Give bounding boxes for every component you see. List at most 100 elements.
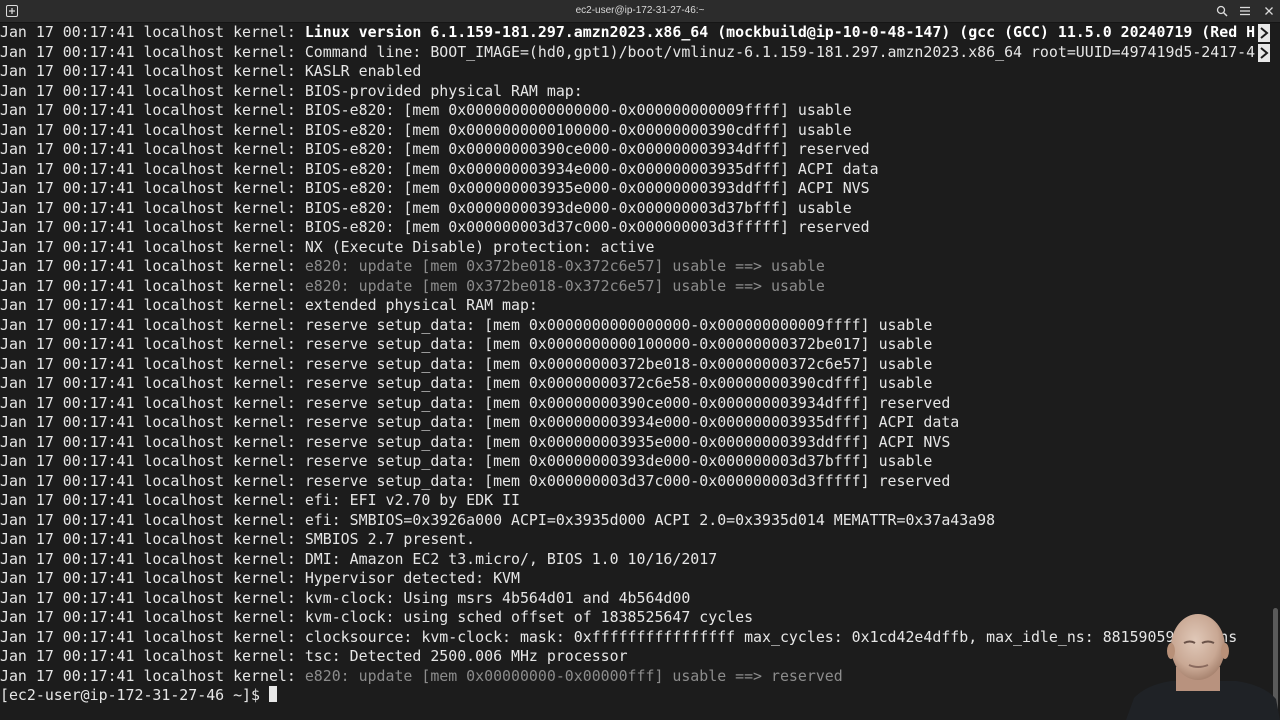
log-line: Jan 17 00:17:41 localhost kernel: BIOS-e… <box>0 218 1262 238</box>
title-bar: ec2-user@ip-172-31-27-46:~ <box>0 0 1280 23</box>
window-title: ec2-user@ip-172-31-27-46:~ <box>575 5 705 16</box>
log-line: Jan 17 00:17:41 localhost kernel: e820: … <box>0 257 1262 277</box>
log-message: reserve setup_data: [mem 0x000000003935e… <box>304 432 951 451</box>
log-message: BIOS-e820: [mem 0x00000000393de000-0x000… <box>304 198 852 217</box>
log-message: kvm-clock: Using msrs 4b564d01 and 4b564… <box>304 588 691 607</box>
log-line: Jan 17 00:17:41 localhost kernel: Comman… <box>0 43 1262 63</box>
log-prefix: Jan 17 00:17:41 localhost kernel: <box>0 335 305 353</box>
log-line: Jan 17 00:17:41 localhost kernel: reserv… <box>0 355 1262 375</box>
line-truncated-icon <box>1258 24 1270 42</box>
search-icon[interactable] <box>1214 3 1230 19</box>
log-message: SMBIOS 2.7 present. <box>304 530 476 548</box>
log-message: BIOS-e820: [mem 0x0000000000100000-0x000… <box>304 120 852 139</box>
log-message: NX (Execute Disable) protection: active <box>304 237 655 256</box>
log-message: e820: update [mem 0x372be018-0x372c6e57]… <box>304 276 825 295</box>
log-prefix: Jan 17 00:17:41 localhost kernel: <box>0 588 305 607</box>
log-prefix: Jan 17 00:17:41 localhost kernel: <box>0 62 305 80</box>
log-prefix: Jan 17 00:17:41 localhost kernel: <box>0 120 305 139</box>
log-message: efi: SMBIOS=0x3926a000 ACPI=0x3935d000 A… <box>304 510 996 529</box>
line-truncated-icon <box>1258 43 1270 62</box>
log-prefix: Jan 17 00:17:41 localhost kernel: <box>0 569 305 587</box>
log-line: Jan 17 00:17:41 localhost kernel: reserv… <box>0 433 1262 453</box>
log-prefix: Jan 17 00:17:41 localhost kernel: <box>0 374 305 392</box>
log-message: reserve setup_data: [mem 0x0000000000000… <box>304 315 933 334</box>
hamburger-menu-icon[interactable] <box>1237 3 1253 19</box>
log-line: Jan 17 00:17:41 localhost kernel: reserv… <box>0 472 1262 492</box>
log-prefix: Jan 17 00:17:41 localhost kernel: <box>0 549 305 568</box>
log-message: reserve setup_data: [mem 0x000000003934e… <box>304 413 960 431</box>
log-message: reserve setup_data: [mem 0x0000000000100… <box>304 335 933 353</box>
log-line: Jan 17 00:17:41 localhost kernel: reserv… <box>0 394 1262 414</box>
log-prefix: Jan 17 00:17:41 localhost kernel: <box>0 276 305 295</box>
log-prefix: Jan 17 00:17:41 localhost kernel: <box>0 413 305 431</box>
log-prefix: Jan 17 00:17:41 localhost kernel: <box>0 666 305 685</box>
log-line: Jan 17 00:17:41 localhost kernel: efi: E… <box>0 491 1262 511</box>
log-line: Jan 17 00:17:41 localhost kernel: reserv… <box>0 335 1262 355</box>
log-line: Jan 17 00:17:41 localhost kernel: Hyperv… <box>0 569 1262 589</box>
log-prefix: Jan 17 00:17:41 localhost kernel: <box>0 81 305 100</box>
log-message: DMI: Amazon EC2 t3.micro/, BIOS 1.0 10/1… <box>304 549 718 568</box>
log-line: Jan 17 00:17:41 localhost kernel: reserv… <box>0 316 1262 336</box>
log-line: Jan 17 00:17:41 localhost kernel: BIOS-e… <box>0 160 1262 180</box>
log-prefix: Jan 17 00:17:41 localhost kernel: <box>0 471 305 490</box>
terminal-output[interactable]: Jan 17 00:17:41 localhost kernel: Linux … <box>0 23 1262 720</box>
log-message: reserve setup_data: [mem 0x00000000390ce… <box>304 393 951 412</box>
log-line: Jan 17 00:17:41 localhost kernel: e820: … <box>0 667 1262 687</box>
log-prefix: Jan 17 00:17:41 localhost kernel: <box>0 354 305 373</box>
log-prefix: Jan 17 00:17:41 localhost kernel: <box>0 179 305 197</box>
log-message: extended physical RAM map: <box>304 296 538 314</box>
log-line: Jan 17 00:17:41 localhost kernel: extend… <box>0 296 1262 316</box>
log-message: KASLR enabled <box>304 62 422 80</box>
log-message: reserve setup_data: [mem 0x000000003d37c… <box>304 471 951 490</box>
log-prefix: Jan 17 00:17:41 localhost kernel: <box>0 296 305 314</box>
log-prefix: Jan 17 00:17:41 localhost kernel: <box>0 432 305 451</box>
log-prefix: Jan 17 00:17:41 localhost kernel: <box>0 257 305 275</box>
log-prefix: Jan 17 00:17:41 localhost kernel: <box>0 530 305 548</box>
log-prefix: Jan 17 00:17:41 localhost kernel: <box>0 42 305 61</box>
new-tab-icon[interactable] <box>4 3 20 19</box>
log-line: Jan 17 00:17:41 localhost kernel: DMI: A… <box>0 550 1262 570</box>
log-prefix: Jan 17 00:17:41 localhost kernel: <box>0 237 305 256</box>
log-line: Jan 17 00:17:41 localhost kernel: Linux … <box>0 23 1262 43</box>
log-line: Jan 17 00:17:41 localhost kernel: BIOS-e… <box>0 121 1262 141</box>
log-message: kvm-clock: using sched offset of 1838525… <box>304 608 754 626</box>
log-line: Jan 17 00:17:41 localhost kernel: BIOS-p… <box>0 82 1262 102</box>
log-message: reserve setup_data: [mem 0x00000000372be… <box>304 354 933 373</box>
prompt-line[interactable]: [ec2-user@ip-172-31-27-46 ~]$ <box>0 686 1262 706</box>
log-message: Hypervisor detected: KVM <box>304 569 520 587</box>
log-message: tsc: Detected 2500.006 MHz processor <box>304 647 628 665</box>
log-prefix: Jan 17 00:17:41 localhost kernel: <box>0 101 305 119</box>
log-line: Jan 17 00:17:41 localhost kernel: reserv… <box>0 452 1262 472</box>
log-prefix: Jan 17 00:17:41 localhost kernel: <box>0 647 305 665</box>
log-message: Linux version 6.1.159-181.297.amzn2023.x… <box>304 23 1256 41</box>
log-prefix: Jan 17 00:17:41 localhost kernel: <box>0 608 305 626</box>
log-line: Jan 17 00:17:41 localhost kernel: BIOS-e… <box>0 199 1262 219</box>
log-message: efi: EFI v2.70 by EDK II <box>304 491 520 509</box>
close-icon[interactable] <box>1261 3 1277 19</box>
log-prefix: Jan 17 00:17:41 localhost kernel: <box>0 452 305 470</box>
log-prefix: Jan 17 00:17:41 localhost kernel: <box>0 159 305 178</box>
log-line: Jan 17 00:17:41 localhost kernel: BIOS-e… <box>0 101 1262 121</box>
log-message: BIOS-e820: [mem 0x000000003d37c000-0x000… <box>304 218 870 236</box>
log-line: Jan 17 00:17:41 localhost kernel: SMBIOS… <box>0 530 1262 550</box>
log-message: BIOS-e820: [mem 0x000000003935e000-0x000… <box>304 179 870 197</box>
log-message: BIOS-e820: [mem 0x000000003934e000-0x000… <box>304 159 879 178</box>
log-message: BIOS-e820: [mem 0x00000000390ce000-0x000… <box>304 140 870 158</box>
log-prefix: Jan 17 00:17:41 localhost kernel: <box>0 140 305 158</box>
log-message: reserve setup_data: [mem 0x00000000372c6… <box>304 374 933 392</box>
log-prefix: Jan 17 00:17:41 localhost kernel: <box>0 510 305 529</box>
log-message: clocksource: kvm-clock: mask: 0xffffffff… <box>304 627 1238 646</box>
log-prefix: Jan 17 00:17:41 localhost kernel: <box>0 23 305 41</box>
log-line: Jan 17 00:17:41 localhost kernel: e820: … <box>0 277 1262 297</box>
shell-prompt: [ec2-user@ip-172-31-27-46 ~]$ <box>0 686 269 704</box>
log-message: Command line: BOOT_IMAGE=(hd0,gpt1)/boot… <box>304 42 1256 61</box>
log-message: e820: update [mem 0x00000000-0x00000fff]… <box>304 666 843 685</box>
log-line: Jan 17 00:17:41 localhost kernel: kvm-cl… <box>0 608 1262 628</box>
log-message: reserve setup_data: [mem 0x00000000393de… <box>304 452 933 470</box>
terminal-window: ec2-user@ip-172-31-27-46:~ Jan 17 00:17:… <box>0 0 1280 720</box>
webcam-overlay <box>1126 603 1280 720</box>
log-prefix: Jan 17 00:17:41 localhost kernel: <box>0 393 305 412</box>
log-line: Jan 17 00:17:41 localhost kernel: clocks… <box>0 628 1262 648</box>
log-message: BIOS-e820: [mem 0x0000000000000000-0x000… <box>304 101 852 119</box>
log-line: Jan 17 00:17:41 localhost kernel: efi: S… <box>0 511 1262 531</box>
